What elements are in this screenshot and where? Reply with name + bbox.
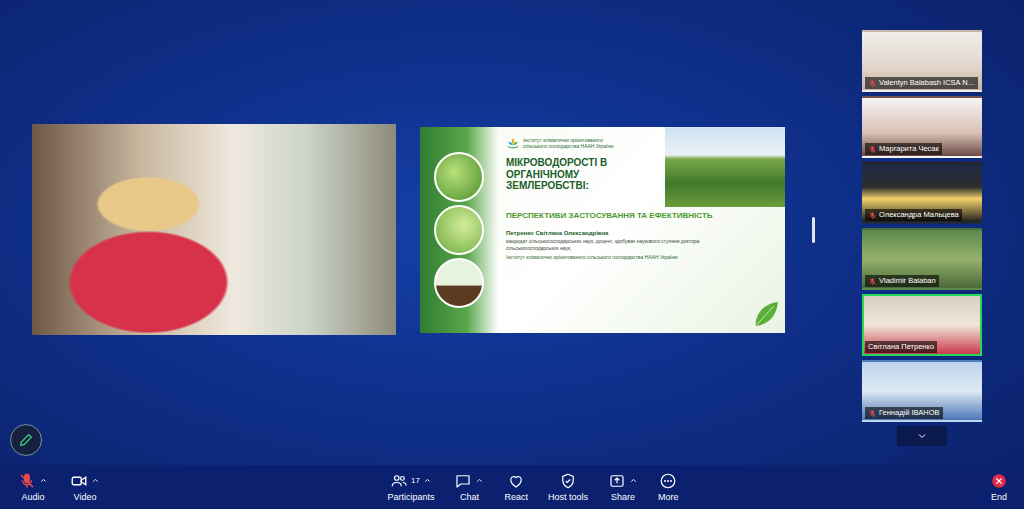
participant-tile[interactable]: Vladimir Balaban bbox=[862, 228, 982, 290]
scroll-down-button[interactable] bbox=[897, 426, 947, 446]
caret-up-icon[interactable] bbox=[91, 476, 100, 485]
slide-credentials: кандидат сільськогосподарських наук, доц… bbox=[506, 238, 775, 251]
slide-affiliation: Інститут кліматично орієнтованого сільсь… bbox=[506, 254, 775, 261]
slide-title: МІКРОВОДОРОСТІ В ОРГАНІЧНОМУ ЗЕМЛЕРОБСТВ… bbox=[506, 157, 659, 192]
annotate-button[interactable] bbox=[10, 424, 42, 456]
participant-name: Vladimir Balaban bbox=[865, 275, 939, 287]
slide-author: Петренко Світлана Олександрівна bbox=[506, 230, 775, 236]
muted-mic-icon bbox=[868, 277, 877, 286]
meeting-controls: 17Participants Chat React Host tools Share Mo… bbox=[347, 472, 678, 503]
toolbar-button[interactable]: Host tools bbox=[548, 472, 588, 503]
toolbar-button[interactable]: React bbox=[504, 472, 528, 503]
leaf-icon bbox=[751, 299, 781, 329]
participant-count: 17 bbox=[411, 476, 420, 485]
caret-up-icon[interactable] bbox=[475, 476, 484, 485]
shield-icon bbox=[559, 472, 577, 490]
field-photo bbox=[665, 127, 785, 207]
caret-up-icon[interactable] bbox=[39, 476, 48, 485]
chevron-down-icon bbox=[916, 430, 928, 442]
institute-logo: Інститут кліматично орієнтованого сільсь… bbox=[506, 137, 659, 150]
microphone-icon bbox=[18, 472, 36, 490]
muted-mic-icon bbox=[868, 79, 877, 88]
participant-tile[interactable]: Світлана Петренко bbox=[862, 294, 982, 356]
end-button[interactable]: End bbox=[990, 472, 1008, 503]
more-icon bbox=[659, 472, 677, 490]
speaker-video bbox=[32, 124, 396, 335]
stage: Інститут кліматично орієнтованого сільсь… bbox=[0, 0, 862, 465]
end-call-icon bbox=[990, 472, 1008, 490]
slide-photo-circles bbox=[420, 127, 498, 333]
participant-name: Світлана Петренко bbox=[865, 341, 937, 353]
toolbar-button[interactable]: Chat bbox=[454, 472, 484, 503]
slide-header: Інститут кліматично орієнтованого сільсь… bbox=[506, 127, 785, 207]
bacteria-photo bbox=[434, 205, 484, 255]
end-controls: End bbox=[679, 472, 1008, 503]
institute-logo-icon bbox=[506, 137, 520, 149]
muted-mic-icon bbox=[868, 409, 877, 418]
toolbar-button[interactable]: Share bbox=[608, 472, 638, 503]
meeting-toolbar: Audio Video 17Participants Chat React Host to… bbox=[0, 465, 1024, 509]
toolbar-button[interactable]: More bbox=[658, 472, 679, 503]
slide-body: Інститут кліматично орієнтованого сільсь… bbox=[498, 127, 785, 333]
heart-icon bbox=[507, 472, 525, 490]
media-controls: Audio Video bbox=[18, 472, 347, 503]
zoom-meeting-window: Інститут кліматично орієнтованого сільсь… bbox=[0, 0, 1024, 509]
algae-photo bbox=[434, 152, 484, 202]
participant-gallery: Valentyn Balabash ICSA N… Маргарита Чесак… bbox=[862, 0, 982, 465]
sprout-photo bbox=[434, 258, 484, 308]
share-screen-icon bbox=[608, 472, 626, 490]
camera-icon bbox=[70, 472, 88, 490]
muted-mic-icon bbox=[868, 145, 877, 154]
caret-up-icon[interactable] bbox=[629, 476, 638, 485]
participant-tile[interactable]: Геннадій ІВАНОВ bbox=[862, 360, 982, 422]
participant-name: Олександра Мальцева bbox=[865, 209, 962, 221]
participant-name: Valentyn Balabash ICSA N… bbox=[865, 77, 978, 89]
participant-name: Маргарита Чесак bbox=[865, 143, 942, 155]
media-button[interactable]: Audio bbox=[18, 472, 48, 503]
participant-tile[interactable]: Олександра Мальцева bbox=[862, 162, 982, 224]
slide-heading: Інститут кліматично орієнтованого сільсь… bbox=[506, 127, 659, 207]
caret-up-icon[interactable] bbox=[423, 476, 432, 485]
participant-tile[interactable]: Valentyn Balabash ICSA N… bbox=[862, 30, 982, 92]
slide-subtitle: ПЕРСПЕКТИВИ ЗАСТОСУВАННЯ ТА ЕФЕКТИВНІСТЬ bbox=[506, 211, 775, 221]
resize-handle[interactable] bbox=[812, 217, 815, 243]
toolbar-button[interactable]: 17Participants bbox=[387, 472, 434, 503]
shared-slide: Інститут кліматично орієнтованого сільсь… bbox=[420, 127, 785, 333]
muted-mic-icon bbox=[868, 211, 877, 220]
pencil-icon bbox=[18, 432, 34, 448]
meeting-area: Інститут кліматично орієнтованого сільсь… bbox=[0, 0, 1024, 465]
media-button[interactable]: Video bbox=[70, 472, 100, 503]
participant-tile[interactable]: Маргарита Чесак bbox=[862, 96, 982, 158]
participants-icon bbox=[390, 472, 408, 490]
chat-icon bbox=[454, 472, 472, 490]
participant-name: Геннадій ІВАНОВ bbox=[865, 407, 943, 419]
